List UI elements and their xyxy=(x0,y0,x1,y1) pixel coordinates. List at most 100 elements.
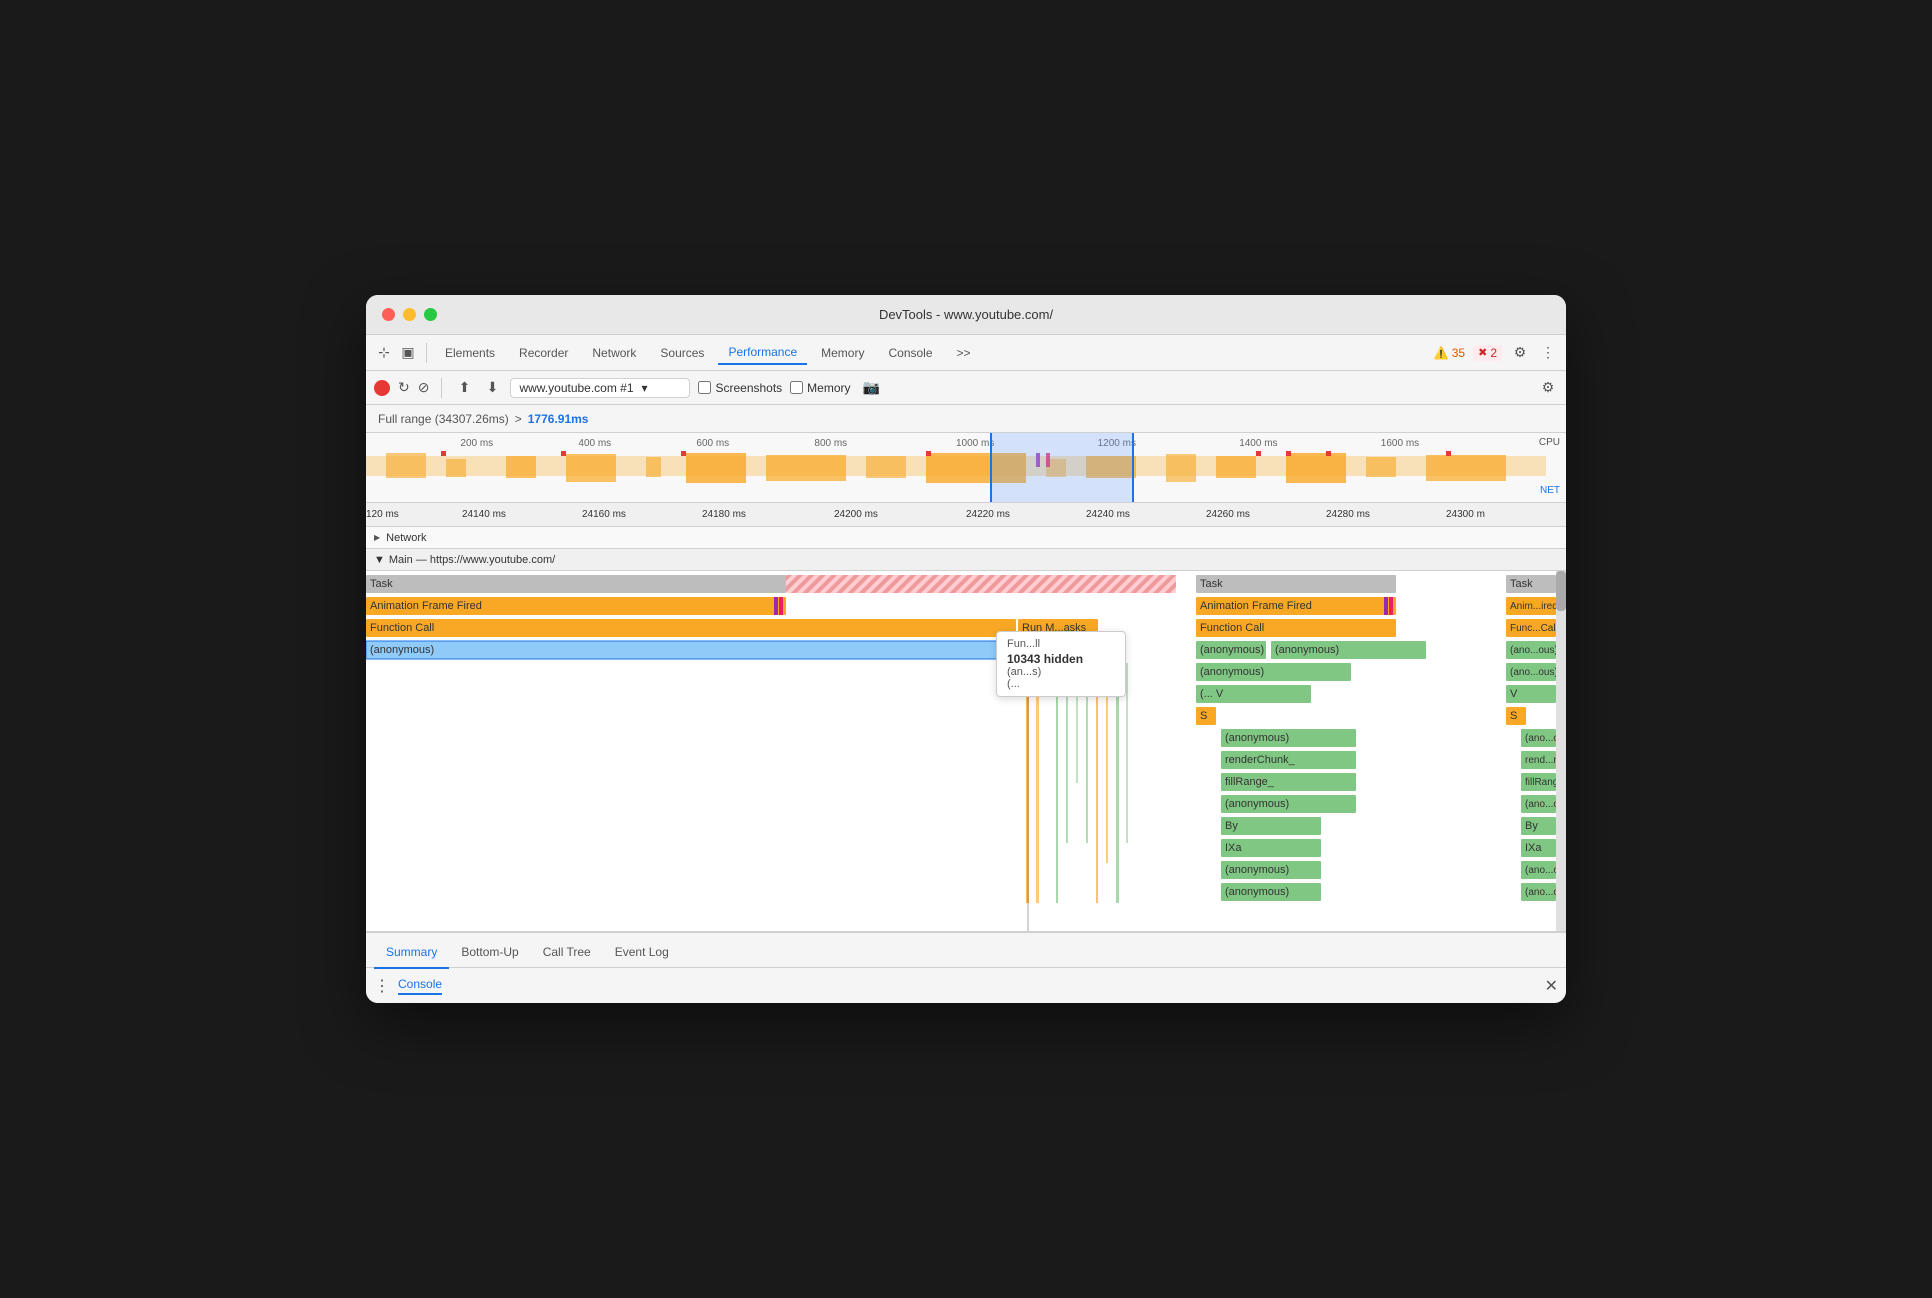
svg-text:(ano...ous): (ano...ous) xyxy=(1525,733,1556,744)
more-options-icon[interactable]: ⋮ xyxy=(1538,343,1558,363)
tab-summary[interactable]: Summary xyxy=(374,937,449,969)
url-selector[interactable]: www.youtube.com #1 ▾ xyxy=(510,378,690,398)
flame-chart-svg[interactable]: Task Task Task Animation Frame Fired xyxy=(366,571,1556,931)
tab-memory[interactable]: Memory xyxy=(811,342,874,364)
traffic-lights xyxy=(382,308,437,321)
svg-text:(anonymous): (anonymous) xyxy=(1275,644,1339,656)
svg-text:(ano...ous): (ano...ous) xyxy=(1525,865,1556,876)
time-24200: 24200 ms xyxy=(834,509,878,520)
bottom-tabs: Summary Bottom-Up Call Tree Event Log xyxy=(366,931,1566,967)
svg-text:(ano...ous): (ano...ous) xyxy=(1525,887,1556,898)
time-24180: 24180 ms xyxy=(702,509,746,520)
breadcrumb-separator: > xyxy=(515,412,522,426)
svg-text:Task: Task xyxy=(1200,578,1223,590)
tab-performance[interactable]: Performance xyxy=(718,341,807,365)
reload-button[interactable]: ↻ xyxy=(398,379,410,396)
close-console-button[interactable]: ✕ xyxy=(1545,976,1558,996)
separator-2 xyxy=(441,378,442,398)
svg-text:(anonymous): (anonymous) xyxy=(1200,644,1264,656)
maximize-button[interactable] xyxy=(424,308,437,321)
svg-text:Animation Frame Fired: Animation Frame Fired xyxy=(1200,600,1312,612)
window-title: DevTools - www.youtube.com/ xyxy=(879,307,1053,322)
svg-text:V: V xyxy=(1510,688,1518,700)
network-label: Network xyxy=(386,532,426,544)
svg-text:(anonymous): (anonymous) xyxy=(1225,732,1289,744)
tab-bottom-up[interactable]: Bottom-Up xyxy=(449,937,530,969)
devtools-window: DevTools - www.youtube.com/ ⊹ ▣ Elements… xyxy=(366,295,1566,1003)
mark-1000: 1000 ms xyxy=(956,438,994,449)
svg-text:Function Call: Function Call xyxy=(370,622,434,634)
stop-button[interactable]: ⊘ xyxy=(418,379,430,396)
tab-call-tree[interactable]: Call Tree xyxy=(531,937,603,969)
flame-chart-area[interactable]: Task Task Task Animation Frame Fired xyxy=(366,571,1566,931)
tab-recorder[interactable]: Recorder xyxy=(509,342,578,364)
screenshots-checkbox[interactable] xyxy=(698,381,711,394)
full-range-label[interactable]: Full range (34307.26ms) xyxy=(378,412,509,426)
svg-text:Anim...ired: Anim...ired xyxy=(1510,601,1556,612)
gear-icon[interactable]: ⚙ xyxy=(1510,343,1530,363)
svg-text:(anonymous): (anonymous) xyxy=(1225,864,1289,876)
timeline-overview[interactable]: CPU NET 200 ms 400 ms 600 ms 800 ms 1000… xyxy=(366,433,1566,503)
vertical-scrollbar[interactable] xyxy=(1556,571,1566,931)
svg-text:By: By xyxy=(1525,820,1538,832)
main-toolbar: ⊹ ▣ Elements Recorder Network Sources Pe… xyxy=(366,335,1566,371)
dots-menu-icon[interactable]: ⋮ xyxy=(374,976,390,996)
time-24260: 24260 ms xyxy=(1206,509,1250,520)
camera-icon[interactable]: 📷 xyxy=(863,379,880,396)
settings-icon[interactable]: ⚙ xyxy=(1538,378,1558,398)
record-toolbar: ↻ ⊘ ⬆ ⬇ www.youtube.com #1 ▾ Screenshots… xyxy=(366,371,1566,405)
net-label: NET xyxy=(1540,485,1560,496)
network-section[interactable]: ▶ Network xyxy=(366,527,1566,549)
mark-400: 400 ms xyxy=(578,438,611,449)
download-icon[interactable]: ⬇ xyxy=(482,378,502,398)
net-row xyxy=(366,451,1566,455)
memory-checkbox[interactable] xyxy=(790,381,803,394)
console-label[interactable]: Console xyxy=(398,977,442,995)
svg-text:S: S xyxy=(1510,710,1517,722)
time-24280: 24280 ms xyxy=(1326,509,1370,520)
tab-more[interactable]: >> xyxy=(947,342,981,364)
time-24140: 24140 ms xyxy=(462,509,506,520)
flame-tooltip: Fun...ll 10343 hidden (an...s) (... xyxy=(996,631,1126,697)
dropdown-arrow: ▾ xyxy=(642,381,648,395)
warning-icon: ⚠️ xyxy=(1434,346,1449,360)
url-text: www.youtube.com #1 xyxy=(519,381,633,395)
breadcrumb: Full range (34307.26ms) > 1776.91ms xyxy=(366,405,1566,433)
tab-network[interactable]: Network xyxy=(582,342,646,364)
svg-text:By: By xyxy=(1225,820,1238,832)
svg-text:rend...nk_: rend...nk_ xyxy=(1525,755,1556,766)
upload-icon[interactable]: ⬆ xyxy=(454,378,474,398)
tooltip-funcll: Fun...ll xyxy=(1007,638,1115,652)
tab-console[interactable]: Console xyxy=(878,342,942,364)
main-section-header[interactable]: ▼ Main — https://www.youtube.com/ xyxy=(366,549,1566,571)
svg-text:Func...Call: Func...Call xyxy=(1510,623,1556,634)
memory-checkbox-label[interactable]: Memory xyxy=(790,381,850,395)
cpu-chart xyxy=(366,451,1546,486)
minimize-button[interactable] xyxy=(403,308,416,321)
svg-text:(ano...ous): (ano...ous) xyxy=(1510,667,1556,678)
tab-sources[interactable]: Sources xyxy=(650,342,714,364)
collapse-main-icon[interactable]: ▼ xyxy=(374,554,385,566)
time-24300: 24300 m xyxy=(1446,509,1485,520)
svg-text:IXa: IXa xyxy=(1225,842,1242,854)
selected-range-label: 1776.91ms xyxy=(528,412,589,426)
svg-text:Task: Task xyxy=(1510,578,1533,590)
close-button[interactable] xyxy=(382,308,395,321)
svg-text:(anonymous): (anonymous) xyxy=(370,644,434,656)
screenshots-checkbox-label[interactable]: Screenshots xyxy=(698,381,782,395)
svg-text:renderChunk_: renderChunk_ xyxy=(1225,754,1296,766)
tooltip-hidden-count: 10343 hidden xyxy=(1007,652,1115,666)
error-badge: ✖ 2 xyxy=(1473,345,1502,361)
expand-network-icon[interactable]: ▶ xyxy=(374,533,380,542)
svg-text:Animation Frame Fired: Animation Frame Fired xyxy=(370,600,482,612)
scrollbar-thumb[interactable] xyxy=(1556,571,1566,611)
svg-text:(anonymous): (anonymous) xyxy=(1225,798,1289,810)
record-button[interactable] xyxy=(374,380,390,396)
tab-elements[interactable]: Elements xyxy=(435,342,505,364)
error-count: 2 xyxy=(1490,346,1497,360)
mark-1400: 1400 ms xyxy=(1239,438,1277,449)
inspector-icon[interactable]: ▣ xyxy=(398,343,418,363)
cursor-icon[interactable]: ⊹ xyxy=(374,343,394,363)
selection-window[interactable] xyxy=(990,433,1134,502)
tab-event-log[interactable]: Event Log xyxy=(603,937,681,969)
